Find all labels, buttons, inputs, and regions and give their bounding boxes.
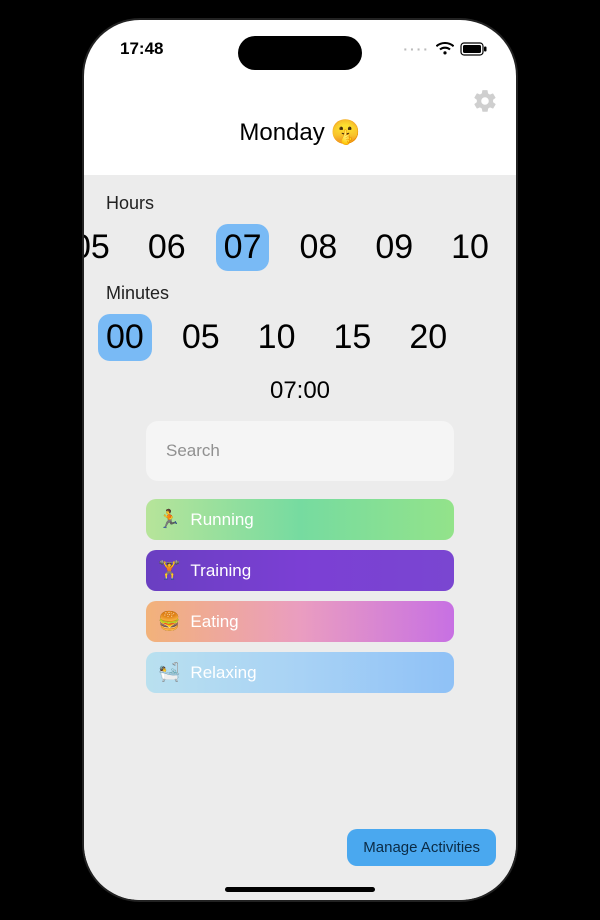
hour-option[interactable]: 09 [367,224,421,271]
wifi-icon [436,42,454,56]
status-dots: ···· [403,41,430,57]
eating-icon: 🍔 [158,611,180,632]
hours-wheel[interactable]: 05 06 07 08 09 10 [84,220,516,277]
page-title-text: Monday [239,119,324,147]
page-title: Monday 🤫 [239,118,360,147]
picker-area: Hours 05 06 07 08 09 10 Minutes 00 05 10 15 20 07… [84,175,516,900]
header: Monday 🤫 [84,78,516,175]
minute-option[interactable]: 00 [98,314,152,361]
dynamic-island [238,36,362,70]
minute-option[interactable]: 20 [401,314,455,361]
minutes-wheel[interactable]: 00 05 10 15 20 [84,310,516,367]
search-input[interactable]: Search [146,421,454,481]
activity-training[interactable]: 🏋️ Training [146,550,454,591]
minute-option[interactable]: 10 [250,314,304,361]
minute-option[interactable]: 15 [325,314,379,361]
minutes-label: Minutes [84,283,516,310]
phone-frame: 17:48 ···· Monday 🤫 Hours 05 06 07 08 09 10 M… [84,20,516,900]
activity-label: Training [190,561,251,581]
home-indicator[interactable] [225,887,375,892]
battery-icon [460,42,488,56]
manage-activities-button[interactable]: Manage Activities [347,829,496,866]
manage-activities-label: Manage Activities [363,839,480,856]
hour-option[interactable]: 06 [140,224,194,271]
status-time: 17:48 [120,39,163,59]
minute-option[interactable]: 05 [174,314,228,361]
running-icon: 🏃 [158,509,180,530]
screen: Monday 🤫 Hours 05 06 07 08 09 10 Minutes 00 05… [84,20,516,900]
hour-option[interactable]: 05 [84,224,118,271]
hour-option[interactable]: 08 [291,224,345,271]
selected-time: 07:00 [84,377,516,405]
relaxing-icon: 🛀 [158,662,180,683]
activity-running[interactable]: 🏃 Running [146,499,454,540]
hours-label: Hours [84,193,516,220]
hour-option[interactable]: 10 [443,224,497,271]
status-right: ···· [403,41,488,57]
activity-list: 🏃 Running 🏋️ Training 🍔 Eating 🛀 Relaxing [84,499,516,693]
activity-label: Relaxing [190,663,256,683]
settings-button[interactable] [472,88,498,114]
hour-option[interactable]: 07 [216,224,270,271]
page-title-emoji: 🤫 [331,118,361,147]
activity-relaxing[interactable]: 🛀 Relaxing [146,652,454,693]
activity-label: Running [190,510,253,530]
activity-label: Eating [190,612,238,632]
training-icon: 🏋️ [158,560,180,581]
activity-eating[interactable]: 🍔 Eating [146,601,454,642]
search-placeholder: Search [166,441,220,460]
